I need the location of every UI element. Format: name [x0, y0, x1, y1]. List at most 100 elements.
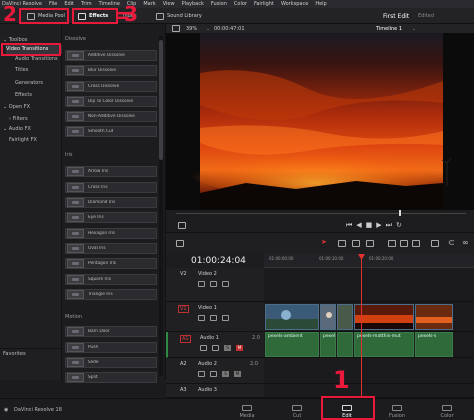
auto-select-icon[interactable] — [210, 315, 217, 321]
timeline-timecode-area: 01:00:24:04 — [166, 254, 264, 268]
video-clip[interactable] — [265, 304, 319, 330]
timeline-view-icon[interactable] — [176, 240, 184, 247]
transition-cross-iris[interactable]: Cross Iris — [65, 182, 157, 193]
transition-barn-door[interactable]: Barn Door — [65, 326, 157, 337]
sidebar-item-favorites[interactable]: Favorites — [3, 350, 65, 359]
track-lane-v2[interactable] — [264, 268, 474, 302]
track-name[interactable]: Audio 3 — [198, 387, 217, 393]
playback-controls-icon[interactable]: ⏮◀■▶⏭↻ — [346, 221, 406, 230]
transition-oval-iris[interactable]: Oval Iris — [65, 243, 157, 254]
audio-clip[interactable] — [337, 332, 353, 357]
disable-track-icon[interactable] — [222, 315, 229, 321]
effects-scrollbar-thumb[interactable] — [159, 40, 163, 160]
track-id[interactable]: V1 — [178, 305, 189, 313]
ruler-tick-label: 01:00:10:00 — [319, 256, 344, 261]
snapping-icon[interactable]: ⊂ — [448, 238, 455, 247]
sound-library-button[interactable]: Sound Library — [153, 10, 205, 22]
selection-tool-icon[interactable]: ➤ — [321, 238, 327, 246]
track-name[interactable]: Video 2 — [198, 271, 217, 277]
menu-fusion[interactable]: Fusion — [211, 1, 227, 7]
page-tab-media[interactable]: Media — [225, 401, 269, 419]
cut-page-icon — [292, 405, 302, 411]
trim-tool-icon[interactable] — [338, 240, 346, 247]
transition-non-additive-dissolve[interactable]: Non-Additive Dissolve — [65, 111, 157, 122]
lock-track-icon[interactable] — [198, 315, 205, 321]
lock-track-icon[interactable] — [198, 281, 205, 287]
scrub-handle[interactable] — [399, 210, 401, 216]
transition-square-iris[interactable]: Square Iris — [65, 274, 157, 285]
audio-clip[interactable]: pexels-s — [415, 332, 453, 357]
menu-help[interactable]: Help — [315, 1, 326, 7]
flag-icon[interactable] — [431, 240, 439, 247]
menu-edit[interactable]: Edit — [64, 1, 74, 7]
page-tab-cut[interactable]: Cut — [275, 401, 319, 419]
transition-additive-dissolve[interactable]: Additive Dissolve — [65, 50, 157, 61]
track-header-a2: A2 Audio 2 2.0 S M — [166, 358, 264, 384]
menu-fairlight[interactable]: Fairlight — [254, 1, 274, 7]
transition-dip-to-color-dissolve[interactable]: Dip To Color Dissolve — [65, 96, 157, 107]
video-clip[interactable] — [415, 304, 453, 330]
page-tab-fusion[interactable]: Fusion — [375, 401, 419, 419]
viewer-layout-icon[interactable] — [172, 25, 180, 32]
audio-clip[interactable]: pexels-ambient — [265, 332, 319, 357]
lock-track-icon[interactable] — [200, 345, 207, 351]
auto-select-icon[interactable] — [212, 345, 219, 351]
solo-button[interactable]: S — [222, 371, 229, 377]
audio-clip[interactable]: pexels-m — [320, 332, 336, 357]
blade-tool-icon[interactable] — [366, 240, 374, 247]
track-id[interactable]: A1 — [180, 335, 191, 343]
page-tab-color[interactable]: Color — [425, 401, 469, 419]
viewer-options-icon[interactable] — [178, 222, 186, 229]
video-clip[interactable] — [354, 304, 414, 330]
sidebar-item-audio-fx[interactable]: ⌄ Audio FX — [3, 125, 65, 134]
track-name[interactable]: Audio 1 — [200, 335, 219, 341]
transition-hexagon-iris[interactable]: Hexagon Iris — [65, 228, 157, 239]
transition-push[interactable]: Push — [65, 342, 157, 353]
auto-select-icon[interactable] — [210, 371, 217, 377]
viewer-zoom[interactable]: 39% — [186, 26, 197, 32]
video-clip[interactable] — [337, 304, 353, 330]
menu-color[interactable]: Color — [234, 1, 247, 7]
lock-track-icon[interactable] — [198, 371, 205, 377]
mute-button[interactable]: M — [234, 371, 241, 377]
auto-select-icon[interactable] — [210, 281, 217, 287]
menu-mark[interactable]: Mark — [143, 1, 155, 7]
menu-file[interactable]: File — [49, 1, 57, 7]
mute-button[interactable]: M — [236, 345, 243, 351]
transition-slide[interactable]: Slide — [65, 357, 157, 368]
solo-button[interactable]: S — [224, 345, 231, 351]
insert-clip-icon[interactable] — [388, 240, 396, 247]
track-id: V2 — [180, 271, 187, 277]
audio-clip[interactable]: pexels-matthis-mut — [354, 332, 414, 357]
transition-smooth-cut[interactable]: Smooth Cut — [65, 126, 157, 137]
track-name[interactable]: Audio 2 — [198, 361, 217, 367]
track-lane-a1[interactable]: pexels-ambient pexels-m pexels-matthis-m… — [264, 332, 474, 358]
transition-diamond-iris[interactable]: Diamond Iris — [65, 197, 157, 208]
annotation-box-media-pool — [19, 8, 69, 24]
timeline-name[interactable]: Timeline 1 — [376, 26, 402, 32]
transition-split[interactable]: Split — [65, 372, 157, 383]
transition-cross-dissolve[interactable]: Cross Dissolve — [65, 81, 157, 92]
overwrite-clip-icon[interactable] — [400, 240, 408, 247]
timeline-ruler[interactable]: 01:00:00:00 01:00:10:00 01:00:20:00 — [264, 254, 474, 268]
menu-view[interactable]: View — [163, 1, 175, 7]
menu-playback[interactable]: Playback — [182, 1, 204, 7]
track-lane-a2[interactable] — [264, 358, 474, 384]
menu-trim[interactable]: Trim — [81, 1, 92, 7]
video-clip[interactable] — [320, 304, 336, 330]
replace-clip-icon[interactable] — [412, 240, 420, 247]
transition-triangle-iris[interactable]: Triangle Iris — [65, 289, 157, 300]
dynamic-trim-icon[interactable] — [352, 240, 360, 247]
scrub-bar[interactable] — [176, 213, 466, 214]
transition-pentagon-iris[interactable]: Pentagon Iris — [65, 258, 157, 269]
transition-blur-dissolve[interactable]: Blur Dissolve — [65, 65, 157, 76]
transition-arrow-iris[interactable]: Arrow Iris — [65, 166, 157, 177]
track-name[interactable]: Video 1 — [198, 305, 217, 311]
viewer-frame-sunset-image — [166, 33, 474, 210]
sidebar-item-open-fx[interactable]: ⌄ Open FX — [3, 103, 65, 112]
menu-workspace[interactable]: Workspace — [281, 1, 308, 7]
transition-eye-iris[interactable]: Eye Iris — [65, 212, 157, 223]
linked-selection-icon[interactable]: ∞ — [462, 238, 469, 247]
disable-track-icon[interactable] — [222, 281, 229, 287]
track-lane-v1[interactable] — [264, 302, 474, 332]
